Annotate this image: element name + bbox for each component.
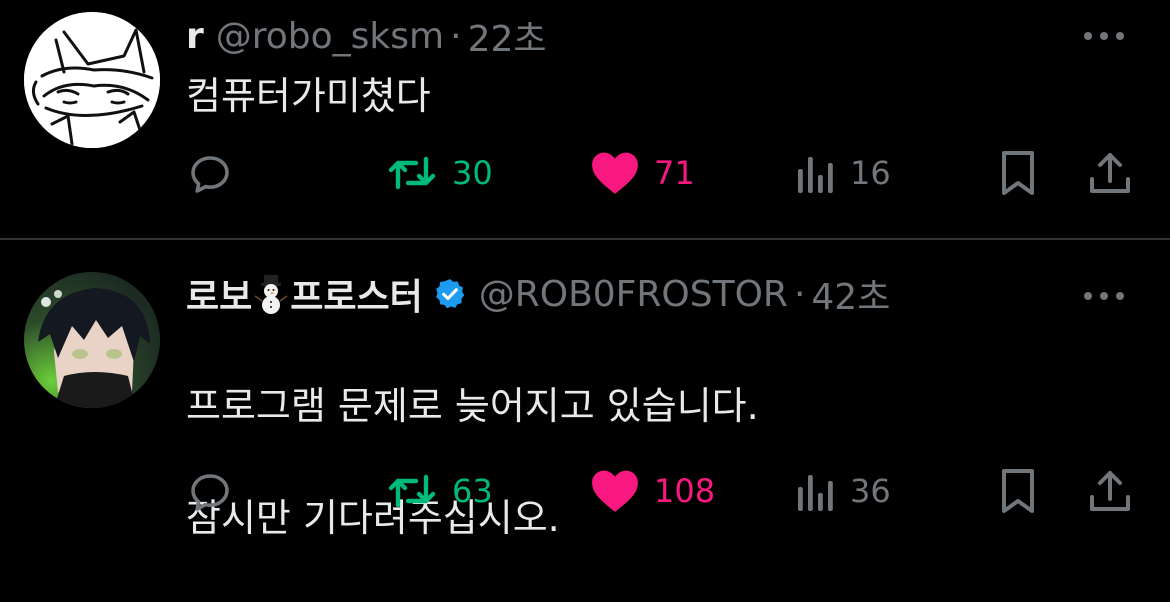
retweet-button[interactable]: 30 [386,148,493,198]
reply-icon [191,156,229,193]
share-button[interactable] [1086,466,1134,516]
display-name[interactable]: r [186,16,204,57]
action-bar: 30 71 16 [0,148,1170,198]
retweet-count: 63 [452,472,493,510]
avatar-drawing [24,12,160,148]
heart-icon [592,470,638,512]
like-count: 108 [654,472,716,510]
avatar-illustration [24,272,160,408]
user-handle[interactable]: @ROB0FROSTOR [479,274,788,315]
tweet[interactable]: 로보 프로스터 @ROB0FROSTOR · 42초 프로그램 문제로 늦어지고… [0,240,1170,540]
views-button[interactable]: 16 [796,148,891,198]
timestamp[interactable]: 42초 [811,268,890,320]
views-button[interactable]: 36 [796,466,891,516]
views-count: 16 [850,154,891,192]
reply-icon [191,474,229,511]
display-name-part1[interactable]: 로보 [186,268,252,320]
retweet-count: 30 [452,154,493,192]
bookmark-icon [1002,151,1034,195]
avatar[interactable] [24,272,160,408]
more-icon[interactable] [1084,290,1124,302]
like-button[interactable]: 71 [590,148,695,198]
like-count: 71 [654,154,695,192]
retweet-icon [388,474,436,508]
reply-button[interactable] [186,466,248,516]
share-icon [1090,153,1130,193]
tweet[interactable]: r @robo_sksm · 22초 컴퓨터가미쳤다 30 71 16 [0,0,1170,238]
timestamp[interactable]: 22초 [468,10,547,62]
share-button[interactable] [1086,148,1134,198]
like-button[interactable]: 108 [590,466,715,516]
views-icon [798,157,833,193]
tweet-text: 컴퓨터가미쳤다 [186,74,431,118]
tweet-header: 로보 프로스터 @ROB0FROSTOR · 42초 [186,272,890,319]
user-handle[interactable]: @robo_sksm [216,16,444,57]
retweet-icon [388,156,436,190]
verified-badge-icon [435,279,465,309]
tweet-header: r @robo_sksm · 22초 [186,14,547,61]
heart-icon [592,152,638,194]
action-bar: 63 108 36 [0,466,1170,516]
retweet-button[interactable]: 63 [386,466,493,516]
bookmark-button[interactable] [998,148,1038,198]
snowman-emoji [254,275,288,314]
bookmark-button[interactable] [998,466,1038,516]
tweet-text: 프로그램 문제로 늦어지고 있습니다. 잠시만 기다려주십시오. [186,322,759,602]
more-icon[interactable] [1084,30,1124,42]
views-count: 36 [850,472,891,510]
reply-button[interactable] [186,148,248,198]
tweet-text-line: 프로그램 문제로 늦어지고 있습니다. [186,384,759,428]
views-icon [798,475,833,511]
separator: · [793,273,806,315]
separator: · [450,15,462,57]
share-icon [1090,471,1130,511]
bookmark-icon [1002,469,1034,513]
avatar[interactable] [24,12,160,148]
display-name-part2[interactable]: 프로스터 [290,268,422,320]
